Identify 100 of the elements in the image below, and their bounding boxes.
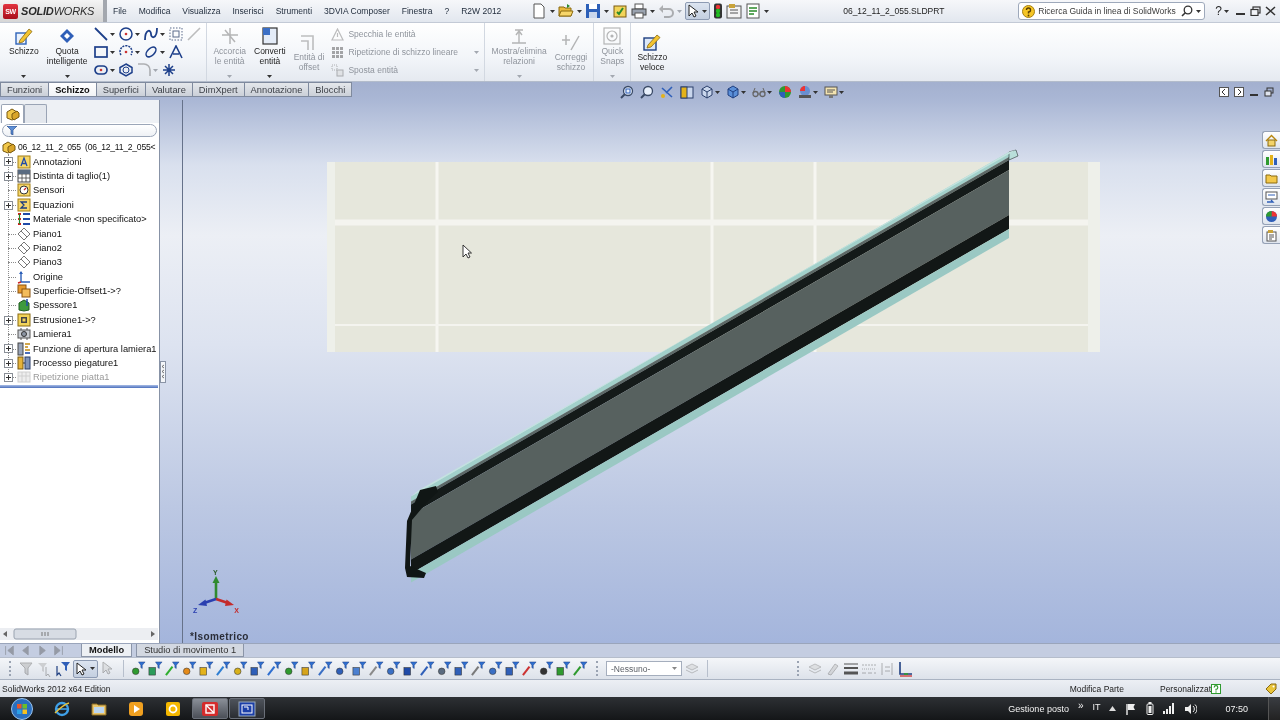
filter-icon[interactable]: [216, 661, 231, 676]
clock[interactable]: 07:50: [1225, 703, 1248, 714]
pointer-icon[interactable]: [76, 661, 88, 676]
caret-icon[interactable]: [550, 9, 556, 13]
caret-icon[interactable]: [767, 90, 773, 94]
ribbon-button[interactable]: Schizzo: [6, 23, 42, 81]
caret-icon[interactable]: [160, 32, 166, 36]
tree-item[interactable]: Equazioni: [33, 199, 74, 210]
close-icon[interactable]: [1265, 6, 1276, 16]
axes-icon[interactable]: [897, 660, 913, 677]
slot-icon[interactable]: [94, 63, 109, 77]
expand-icon[interactable]: [4, 171, 13, 181]
filter-icon[interactable]: [522, 661, 537, 676]
caret-icon[interactable]: [1196, 9, 1202, 13]
tree-item[interactable]: Processo piegature1: [33, 358, 119, 369]
menu-item[interactable]: R2W 2012: [455, 6, 508, 16]
filter-icon[interactable]: [403, 661, 418, 676]
tag-icon[interactable]: [1265, 682, 1277, 695]
filter-icon[interactable]: [386, 661, 401, 676]
task-pane-button[interactable]: [1262, 226, 1280, 244]
menu-item[interactable]: 3DVIA Composer: [318, 6, 396, 16]
command-tab[interactable]: Superfici: [96, 82, 146, 97]
search-field[interactable]: Ricerca Guida in linea di SolidWorks: [1038, 6, 1179, 16]
document-tab[interactable]: Modello: [81, 644, 133, 657]
rollback-bar[interactable]: [0, 384, 158, 388]
signal-bars-icon[interactable]: [1163, 703, 1176, 714]
up-triangle-icon[interactable]: [1109, 706, 1117, 711]
caret-icon[interactable]: [741, 90, 747, 94]
caret-icon[interactable]: [839, 90, 845, 94]
filter-icon[interactable]: [488, 661, 503, 676]
filter-icon[interactable]: [165, 661, 180, 676]
circle-icon[interactable]: [119, 27, 134, 41]
caret-icon[interactable]: [764, 9, 770, 13]
start-orb-icon[interactable]: [11, 697, 33, 720]
save-icon[interactable]: [585, 3, 602, 19]
spline-icon[interactable]: [144, 27, 159, 41]
split-panel-icon[interactable]: [680, 85, 695, 99]
caret-icon[interactable]: [702, 9, 708, 13]
ribbon-button[interactable]: Quota intelligente: [43, 23, 91, 81]
filter-icon[interactable]: [539, 661, 554, 676]
select-tool-button[interactable]: [685, 2, 711, 20]
command-tab[interactable]: Schizzo: [49, 82, 97, 97]
caret-icon[interactable]: [715, 90, 721, 94]
ellipse-icon[interactable]: [144, 45, 159, 59]
menu-item[interactable]: Modifica: [132, 6, 177, 16]
task-pane-button[interactable]: [1262, 131, 1280, 149]
help-badge-icon[interactable]: [1022, 4, 1036, 18]
task-pane-button[interactable]: [1262, 207, 1280, 225]
restore-icon[interactable]: [1250, 6, 1261, 16]
tree-item[interactable]: Piano1: [33, 228, 62, 239]
language-indicator[interactable]: IT: [1092, 701, 1101, 712]
tree-item[interactable]: Lamiera1: [33, 329, 72, 340]
menu-item[interactable]: Strumenti: [269, 6, 319, 16]
command-tab[interactable]: DimXpert: [192, 82, 245, 97]
tree-item[interactable]: Estrusione1->?: [33, 314, 96, 325]
ribbon-button[interactable]: Converti entità: [251, 23, 289, 81]
caret-icon[interactable]: [135, 50, 141, 54]
filter-icon[interactable]: [505, 661, 520, 676]
toolbar-chevron[interactable]: »: [1077, 700, 1084, 711]
caret-icon[interactable]: [267, 75, 273, 78]
caret-icon[interactable]: [1224, 9, 1229, 13]
filter-icon[interactable]: [182, 661, 197, 676]
checkmark-box-icon[interactable]: [612, 3, 629, 19]
filter-icon[interactable]: [284, 661, 299, 676]
filter-icon[interactable]: [199, 661, 214, 676]
traffic-light-icon[interactable]: [713, 3, 724, 19]
filter-icon[interactable]: [250, 661, 265, 676]
command-tab[interactable]: Valutare: [145, 82, 193, 97]
filter-field[interactable]: [2, 124, 157, 137]
tree-item[interactable]: Piano2: [33, 242, 62, 253]
rectangle-icon[interactable]: [94, 45, 109, 59]
panel-tab[interactable]: [1, 104, 24, 123]
select-tool-button[interactable]: [73, 659, 98, 678]
caret-icon[interactable]: [110, 50, 116, 54]
menu-item[interactable]: Inserisci: [226, 6, 270, 16]
filter-icon[interactable]: [301, 661, 316, 676]
sphere-on-base-icon[interactable]: [798, 85, 813, 99]
filter-icon[interactable]: [369, 661, 384, 676]
caret-icon[interactable]: [813, 90, 819, 94]
caret-icon[interactable]: [650, 9, 656, 13]
menu-item[interactable]: ?: [438, 6, 456, 16]
caret-icon[interactable]: [21, 75, 27, 78]
expand-icon[interactable]: [4, 315, 13, 325]
caret-icon[interactable]: [90, 667, 95, 670]
layer-dropdown[interactable]: -Nessuno-: [606, 661, 682, 676]
sketch-pencil-icon[interactable]: [14, 27, 33, 45]
filter-pointer-icon[interactable]: [55, 660, 71, 677]
filter-icon[interactable]: [573, 661, 588, 676]
filter-icon[interactable]: [148, 661, 163, 676]
filter-icon[interactable]: [352, 661, 367, 676]
command-tab[interactable]: Blocchi: [309, 82, 353, 97]
filter-icon[interactable]: [471, 661, 486, 676]
printer-icon[interactable]: [631, 3, 648, 19]
tree-item[interactable]: Origine: [33, 271, 63, 282]
menu-item[interactable]: Visualizza: [176, 6, 227, 16]
caret-icon[interactable]: [64, 75, 70, 78]
filter-icon[interactable]: [318, 661, 333, 676]
pointer-icon[interactable]: [688, 4, 701, 18]
color-sphere-icon[interactable]: [778, 85, 793, 99]
search-icon[interactable]: [1181, 5, 1194, 17]
